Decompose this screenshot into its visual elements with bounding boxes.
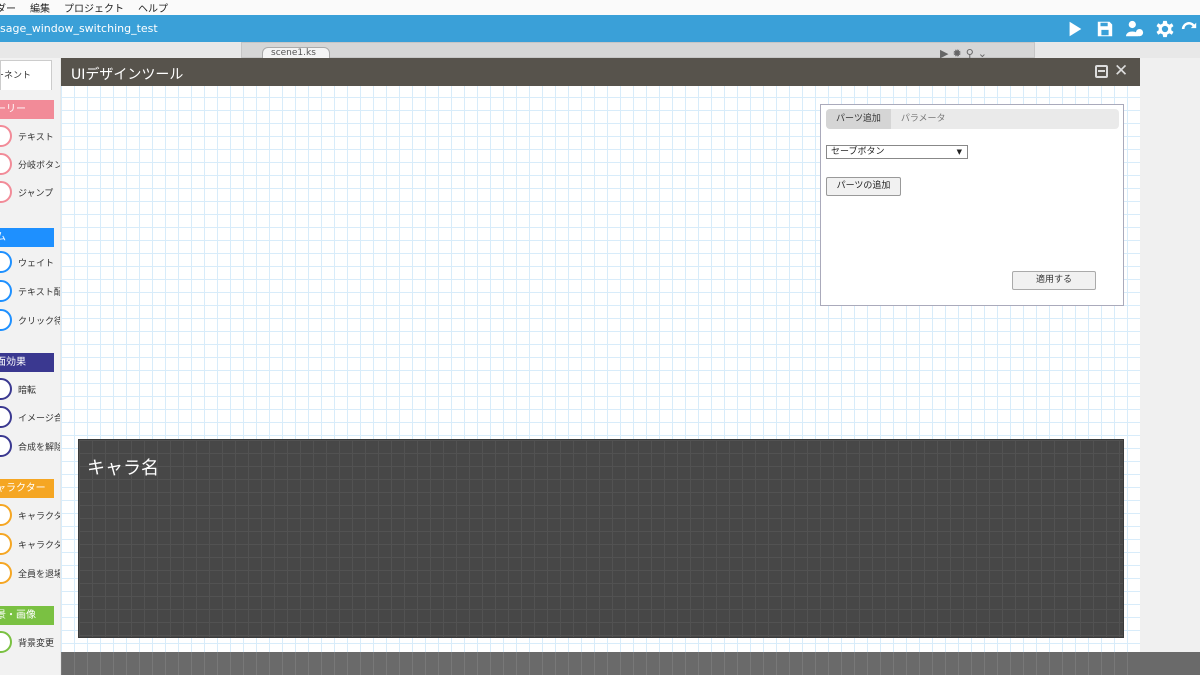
users-settings-icon[interactable] [1120, 18, 1150, 39]
modal-title: UIデザインツール [71, 67, 184, 83]
project-title: sage_window_switching_test [0, 22, 158, 35]
dropdown-arrow-icon: ▼ [956, 148, 962, 156]
tab-parameters[interactable]: パラメータ [891, 109, 956, 129]
menu-bar: ダー 編集 プロジェクト ヘルプ [0, 0, 1200, 15]
component-wait[interactable]: ウェイト [0, 248, 60, 276]
component-label: ウェイト [18, 258, 55, 269]
toolbar [1060, 18, 1200, 39]
component-icon [0, 631, 12, 653]
component-image-composite[interactable]: イメージ合成 [0, 403, 60, 431]
right-panel [1140, 58, 1200, 675]
modal-footer [61, 652, 1140, 675]
category-header-story[interactable]: ーリー [0, 100, 54, 119]
component-branch-button[interactable]: 分岐ボタン [0, 150, 60, 178]
title-bar: sage_window_switching_test [0, 15, 1200, 42]
component-icon [0, 125, 12, 147]
component-sidebar: ーネント ーリー テキスト 分岐ボタン ジャンプ ム ウェイト テキスト配置 ク… [0, 58, 60, 675]
component-icon [0, 378, 12, 400]
component-label: ジャンプ [18, 188, 54, 199]
play-icon[interactable] [1060, 18, 1090, 39]
component-all-exit[interactable]: 全員を退場 [0, 559, 60, 587]
close-icon[interactable]: ✕ [1114, 61, 1128, 81]
sidebar-tab-components[interactable]: ーネント [0, 60, 52, 90]
component-label: キャラクター [18, 511, 60, 522]
minimize-icon[interactable] [1095, 65, 1108, 78]
menu-item-0[interactable]: ダー [0, 0, 16, 15]
character-name-label[interactable]: キャラ名 [87, 454, 159, 480]
refresh-icon[interactable] [1180, 18, 1200, 39]
parts-select-value: セーブボタン [831, 147, 885, 157]
component-character-1[interactable]: キャラクター [0, 501, 60, 529]
component-blackout[interactable]: 暗転 [0, 375, 60, 403]
component-character-2[interactable]: キャラクター [0, 530, 60, 558]
gear-icon[interactable] [1150, 18, 1180, 39]
component-text-position[interactable]: テキスト配置 [0, 277, 60, 305]
component-icon [0, 435, 12, 457]
component-label: 背景変更 [18, 638, 55, 649]
component-click-wait[interactable]: クリック待ち [0, 306, 60, 334]
apply-button[interactable]: 適用する [1012, 271, 1096, 290]
ui-design-tool-modal: UIデザインツール ✕ パーツ追加 パラメータ セーブボタン ▼ パーツの追加 … [61, 58, 1140, 675]
component-label: キャラクター [18, 540, 60, 551]
component-label: 暗転 [18, 385, 37, 396]
menu-item-help[interactable]: ヘルプ [138, 0, 168, 15]
component-icon [0, 533, 12, 555]
modal-header: UIデザインツール ✕ [61, 58, 1140, 86]
message-window-preview[interactable]: キャラ名 [78, 439, 1124, 638]
scene-tab-label: scene1.ks [271, 48, 316, 58]
menu-item-project[interactable]: プロジェクト [64, 0, 124, 15]
scene-tab-strip [241, 42, 1035, 58]
component-label: テキスト配置 [18, 287, 60, 298]
parts-panel-tabs: パーツ追加 パラメータ [826, 109, 1119, 129]
component-icon [0, 153, 12, 175]
component-jump[interactable]: ジャンプ [0, 178, 60, 206]
menu-item-edit[interactable]: 編集 [30, 0, 50, 15]
parts-panel: パーツ追加 パラメータ セーブボタン ▼ パーツの追加 適用する [820, 104, 1124, 306]
category-header-system[interactable]: ム [0, 228, 54, 247]
component-icon [0, 280, 12, 302]
component-icon [0, 309, 12, 331]
component-background-change[interactable]: 背景変更 [0, 628, 60, 656]
category-header-background-image[interactable]: 景・画像 [0, 606, 54, 625]
component-icon [0, 251, 12, 273]
component-label: イメージ合成 [18, 413, 60, 424]
parts-type-select[interactable]: セーブボタン ▼ [826, 145, 968, 159]
category-header-character[interactable]: ャラクター [0, 479, 54, 498]
save-icon[interactable] [1090, 18, 1120, 39]
tab-add-parts[interactable]: パーツ追加 [826, 109, 891, 129]
component-icon [0, 406, 12, 428]
component-text[interactable]: テキスト [0, 122, 60, 150]
add-part-button[interactable]: パーツの追加 [826, 177, 901, 196]
component-label: 分岐ボタン [18, 160, 60, 171]
bottom-strip [1140, 652, 1200, 675]
component-label: テキスト [18, 132, 54, 143]
component-clear-composite[interactable]: 合成を解除 [0, 432, 60, 460]
component-icon [0, 562, 12, 584]
category-header-screen-effect[interactable]: 面効果 [0, 353, 54, 372]
component-label: 合成を解除 [18, 442, 60, 453]
component-label: クリック待ち [18, 316, 60, 327]
component-label: 全員を退場 [18, 569, 60, 580]
component-icon [0, 181, 12, 203]
component-icon [0, 504, 12, 526]
